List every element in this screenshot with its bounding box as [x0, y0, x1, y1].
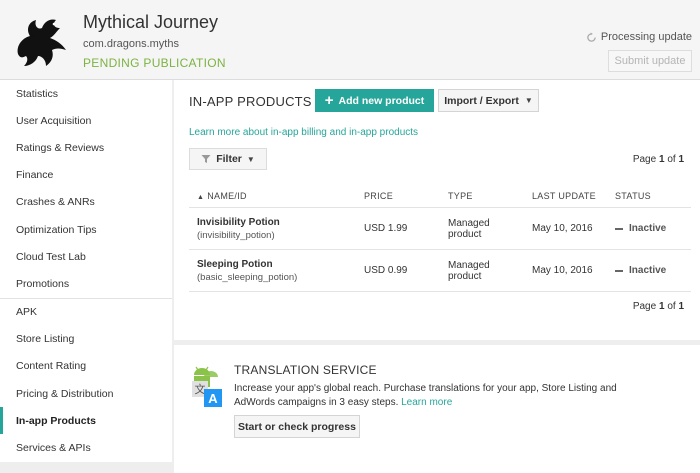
page-current: 1	[658, 301, 665, 312]
pagination-bottom: Page 1 of 1	[633, 301, 684, 312]
translation-learn-more-link[interactable]: Learn more	[401, 397, 452, 408]
sidebar-item-content-rating[interactable]: Content Rating	[0, 353, 172, 380]
product-name-cell: Invisibility Potion (invisibility_potion…	[189, 217, 364, 241]
table-row[interactable]: Invisibility Potion (invisibility_potion…	[189, 208, 691, 250]
start-check-progress-button[interactable]: Start or check progress	[234, 415, 360, 438]
product-type-line2: product	[448, 228, 482, 240]
processing-label: Processing update	[600, 31, 692, 43]
sort-up-icon: ▲	[197, 193, 205, 201]
page-total: 1	[678, 154, 684, 165]
column-last-update[interactable]: LAST UPDATE	[532, 191, 615, 201]
sync-icon	[587, 31, 596, 42]
publication-status: PENDING PUBLICATION	[83, 56, 226, 70]
import-export-label: Import / Export	[444, 94, 519, 107]
filter-button[interactable]: Filter ▼	[189, 148, 267, 170]
product-status-label: Inactive	[629, 223, 667, 234]
sidebar-item-crashes-anrs[interactable]: Crashes & ANRs	[0, 189, 172, 216]
product-name-cell: Sleeping Potion (basic_sleeping_potion)	[189, 259, 364, 283]
inactive-dash-icon	[615, 269, 623, 272]
translation-service-card: 文 A TRANSLATION SERVICE Increase your ap…	[174, 345, 700, 473]
svg-text:A: A	[208, 391, 218, 406]
sidebar-item-ratings-reviews[interactable]: Ratings & Reviews	[0, 134, 172, 161]
page-current: 1	[658, 154, 665, 165]
svg-text:文: 文	[195, 382, 206, 396]
product-price: USD 0.99	[364, 265, 408, 276]
product-status: Inactive	[615, 223, 691, 234]
sidebar-item-finance[interactable]: Finance	[0, 162, 172, 189]
dragon-logo-icon	[17, 19, 66, 66]
in-app-products-panel: IN-APP PRODUCTS + Add new product Import…	[174, 80, 700, 340]
sidebar-item-cloud-test-lab[interactable]: Cloud Test Lab	[0, 243, 172, 270]
product-status-label: Inactive	[629, 265, 667, 276]
sidebar-item-promotions[interactable]: Promotions	[0, 270, 172, 297]
table-header: ▲ NAME/ID PRICE TYPE LAST UPDATE STATUS	[189, 184, 691, 208]
filter-funnel-icon	[201, 155, 211, 163]
product-id: (invisibility_potion)	[197, 229, 275, 241]
import-export-button[interactable]: Import / Export ▼	[438, 89, 539, 112]
product-type-line1: Managed	[448, 259, 490, 271]
sidebar: Statistics User Acquisition Ratings & Re…	[0, 80, 172, 473]
app-title: Mythical Journey	[83, 12, 219, 32]
sidebar-item-pricing-distribution[interactable]: Pricing & Distribution	[0, 380, 172, 407]
sidebar-item-user-acquisition[interactable]: User Acquisition	[0, 107, 172, 134]
product-status: Inactive	[615, 265, 691, 276]
product-type: Managed product	[448, 260, 532, 282]
page-total: 1	[678, 301, 684, 312]
product-type: Managed product	[448, 218, 532, 240]
learn-more-billing-link[interactable]: Learn more about in-app billing and in-a…	[189, 127, 418, 138]
sidebar-group-release: APK Store Listing Content Rating Pricing…	[0, 298, 172, 462]
sidebar-item-store-listing[interactable]: Store Listing	[0, 326, 172, 353]
app-package: com.dragons.myths	[83, 38, 179, 50]
translation-description: Increase your app's global reach. Purcha…	[234, 382, 634, 410]
app-header: Mythical Journey com.dragons.myths PENDI…	[0, 0, 700, 80]
inactive-dash-icon	[615, 227, 623, 230]
add-new-product-button[interactable]: + Add new product	[315, 89, 434, 112]
product-last-update: May 10, 2016	[532, 265, 593, 276]
sidebar-item-in-app-products[interactable]: In-app Products	[0, 407, 172, 435]
page-of: of	[667, 301, 676, 312]
sidebar-item-services-apis[interactable]: Services & APIs	[0, 434, 172, 461]
product-price: USD 1.99	[364, 223, 408, 234]
translation-title: TRANSLATION SERVICE	[234, 363, 377, 377]
add-new-product-label: Add new product	[338, 94, 425, 107]
sidebar-group-analytics: Statistics User Acquisition Ratings & Re…	[0, 80, 172, 299]
page-word: Page	[632, 154, 657, 165]
processing-indicator: Processing update	[586, 31, 692, 43]
caret-down-icon: ▼	[524, 96, 533, 105]
android-translate-icon: 文 A	[192, 366, 222, 407]
pagination-top: Page 1 of 1	[633, 154, 684, 165]
products-table: ▲ NAME/ID PRICE TYPE LAST UPDATE STATUS I…	[189, 184, 691, 292]
sidebar-item-optimization-tips[interactable]: Optimization Tips	[0, 216, 172, 243]
filter-label: Filter	[216, 153, 242, 165]
table-row[interactable]: Sleeping Potion (basic_sleeping_potion) …	[189, 250, 691, 292]
sidebar-item-statistics[interactable]: Statistics	[0, 80, 172, 107]
column-type[interactable]: TYPE	[448, 191, 532, 201]
product-name: Sleeping Potion	[197, 258, 273, 270]
plus-icon: +	[324, 92, 334, 109]
sidebar-item-apk[interactable]: APK	[0, 299, 172, 326]
column-price[interactable]: PRICE	[364, 191, 448, 201]
product-last-update: May 10, 2016	[532, 223, 593, 234]
submit-update-button[interactable]: Submit update	[608, 50, 692, 72]
product-type-line2: product	[448, 270, 482, 282]
product-type-line1: Managed	[448, 217, 490, 229]
page-of: of	[667, 154, 676, 165]
product-id: (basic_sleeping_potion)	[197, 271, 298, 283]
product-name: Invisibility Potion	[197, 216, 280, 228]
column-status[interactable]: STATUS	[615, 191, 691, 201]
caret-down-icon: ▼	[246, 154, 255, 164]
column-name-label: NAME/ID	[207, 190, 247, 201]
page-title: IN-APP PRODUCTS	[189, 94, 312, 109]
page-word: Page	[632, 301, 657, 312]
column-name-id[interactable]: ▲ NAME/ID	[189, 191, 364, 201]
